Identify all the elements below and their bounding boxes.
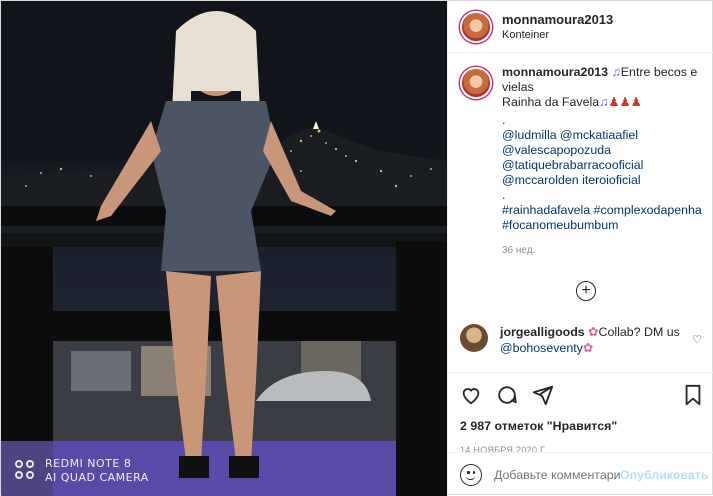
caption-avatar[interactable] [460, 67, 492, 99]
post-photo[interactable]: REDMI NOTE 8 AI QUAD CAMERA [1, 1, 447, 496]
caption-text-line2: Rainha da Favela [502, 95, 600, 109]
commenter-avatar[interactable] [460, 324, 488, 352]
instagram-post: REDMI NOTE 8 AI QUAD CAMERA monnamoura20… [0, 0, 713, 496]
post-header: monnamoura2013 Konteiner [448, 1, 713, 53]
location-link[interactable]: Konteiner [502, 29, 613, 41]
mention-link[interactable]: @valescapopozuda [502, 143, 702, 158]
hashtag-link[interactable]: #focanomeubumbum [502, 218, 702, 233]
comment-input[interactable] [494, 467, 620, 482]
caption: monnamoura2013 ♫Entre becos e vielas Rai… [460, 65, 702, 258]
hashtag-link[interactable]: #rainhadafavela #complexodapenha [502, 203, 702, 218]
dancer-icon: ♟♟♟ [608, 95, 642, 109]
heart-icon[interactable]: ♡ [692, 333, 702, 346]
photo-scene [1, 1, 447, 496]
watermark-line2: AI QUAD CAMERA [45, 471, 149, 484]
music-note-icon: ♫ [611, 65, 621, 79]
caption-dot: . [502, 188, 506, 202]
bookmark-icon[interactable] [683, 384, 703, 406]
avatar[interactable] [460, 10, 492, 43]
comment-icon[interactable] [496, 384, 518, 406]
flower-icon: ✿ [588, 325, 599, 339]
mention-link[interactable]: @tatiquebrabarracooficial [502, 158, 702, 173]
plus-circle-icon[interactable]: + [576, 281, 596, 301]
caption-dot: . [502, 113, 506, 127]
emoji-icon[interactable] [460, 463, 482, 486]
comment-item: jorgealligoods ✿Collab? DM us @bohoseven… [460, 324, 702, 356]
post-sidebar: monnamoura2013 Konteiner monnamoura2013 … [447, 1, 713, 496]
flower-icon: ✿ [582, 341, 594, 355]
mention-link[interactable]: @ludmilla @mckatiaafiel [502, 128, 702, 143]
comment-mention[interactable]: @bohoseventy [500, 341, 583, 355]
add-comment-bar: Опубликовать [448, 452, 713, 496]
caption-username[interactable]: monnamoura2013 [502, 65, 608, 79]
camera-lens-icon [15, 460, 37, 482]
action-bar: 2 987 отметок "Нравится" 14 НОЯБРЯ 2020 … [448, 372, 713, 455]
share-icon[interactable] [532, 384, 554, 406]
publish-button[interactable]: Опубликовать [620, 468, 708, 482]
camera-watermark: REDMI NOTE 8 AI QUAD CAMERA [15, 457, 149, 485]
watermark-line1: REDMI NOTE 8 [45, 457, 132, 470]
mention-link[interactable]: @mccarolden iteroioficial [502, 173, 702, 188]
likes-count[interactable]: 2 987 отметок "Нравится" [460, 419, 703, 433]
comment-username[interactable]: jorgealligoods [500, 325, 585, 339]
caption-time: 36 нед. [502, 245, 536, 256]
username-link[interactable]: monnamoura2013 [502, 12, 613, 27]
comment-text: Collab? DM us [598, 325, 680, 339]
heart-icon[interactable] [460, 384, 482, 406]
